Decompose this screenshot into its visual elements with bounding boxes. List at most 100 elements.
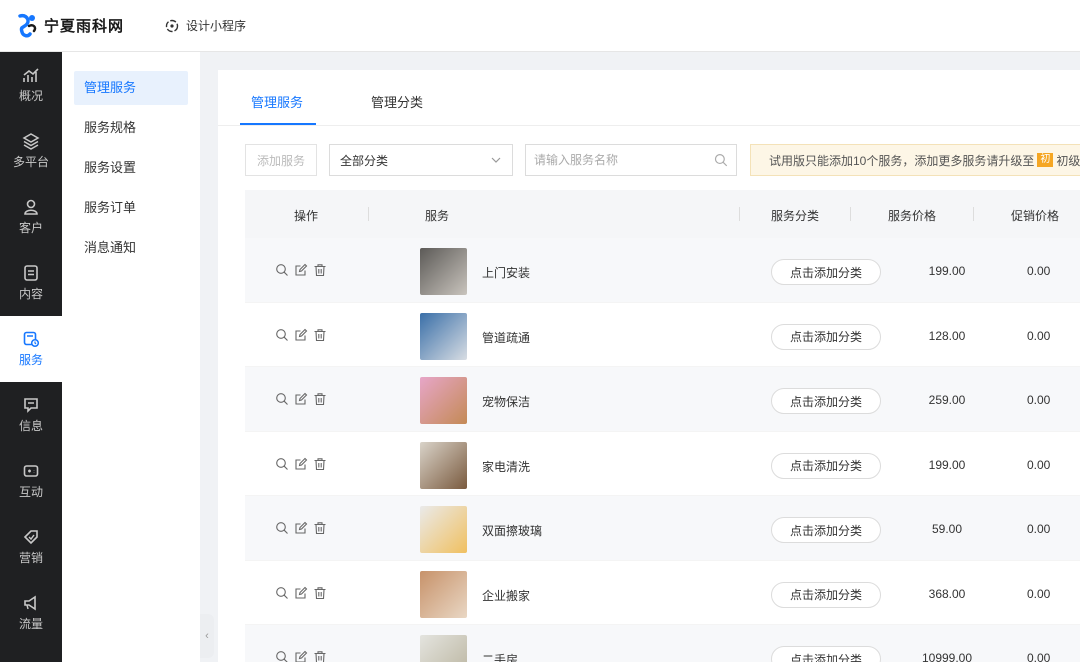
service-thumbnail: [420, 312, 467, 360]
add-service-button[interactable]: 添加服务: [245, 144, 317, 176]
service-name[interactable]: 管道疏通: [482, 329, 530, 346]
delete-icon[interactable]: [313, 650, 327, 662]
tab-manage-category[interactable]: 管理分类: [371, 92, 423, 111]
sidebar-item-marketing[interactable]: 营销: [0, 514, 62, 580]
delete-icon[interactable]: [313, 586, 327, 600]
chevron-down-icon: [491, 157, 501, 163]
col-header-price: 服务价格: [888, 209, 937, 223]
col-header-service: 服务: [425, 209, 450, 223]
view-icon[interactable]: [275, 263, 289, 277]
main-content-card: 管理服务 管理分类 添加服务 全部分类 试用版只能添加10个服务，添加更多服务请…: [218, 70, 1080, 662]
tab-bar: 管理服务 管理分类: [218, 70, 1080, 126]
search-icon[interactable]: [714, 153, 728, 167]
add-category-button[interactable]: 点击添加分类: [771, 452, 881, 479]
add-category-button[interactable]: 点击添加分类: [771, 388, 881, 414]
collapse-sidebar-handle[interactable]: ‹: [200, 614, 214, 658]
add-category-button[interactable]: 点击添加分类: [771, 323, 881, 350]
subnav-item-notifications[interactable]: 消息通知: [74, 231, 188, 271]
design-miniprogram-label: 设计小程序: [186, 19, 247, 33]
main-sidebar: 概况 多平台 客户 内容 服务 信息 互动 营销 流量: [0, 52, 62, 662]
table-row: 上门安装 点击添加分类 199.00 0.00: [245, 238, 1080, 303]
delete-icon[interactable]: [313, 263, 327, 277]
toolbar: 添加服务 全部分类 试用版只能添加10个服务，添加更多服务请升级至 初 初级: [218, 144, 1080, 176]
sidebar-item-label: 营销: [18, 551, 43, 565]
view-icon[interactable]: [275, 328, 289, 342]
sidebar-item-customer[interactable]: 客户: [0, 184, 62, 250]
table-row: 管道疏通 点击添加分类 128.00 0.00: [245, 303, 1080, 367]
row-actions: [275, 457, 327, 471]
view-icon[interactable]: [275, 586, 289, 600]
view-icon[interactable]: [275, 521, 289, 535]
sidebar-item-interact[interactable]: 互动: [0, 448, 62, 514]
sidebar-item-message[interactable]: 信息: [0, 382, 62, 448]
service-name[interactable]: 二手房: [482, 651, 518, 662]
sidebar-item-traffic[interactable]: 流量: [0, 580, 62, 646]
service-thumbnail: [420, 635, 467, 662]
sidebar-item-content[interactable]: 内容: [0, 250, 62, 316]
delete-icon[interactable]: [313, 521, 327, 535]
service-price: 259.00: [928, 393, 966, 407]
service-table: 操作 服务 服务分类 服务价格 促销价格 上门安装 点击添加分类 199.00 …: [245, 190, 1080, 662]
add-category-button[interactable]: 点击添加分类: [771, 259, 881, 285]
service-thumbnail: [420, 570, 467, 618]
sidebar-item-label: 互动: [18, 485, 43, 499]
table-row: 双面擦玻璃 点击添加分类 59.00 0.00: [245, 496, 1080, 561]
delete-icon[interactable]: [313, 457, 327, 471]
interact-icon: [23, 465, 39, 477]
subnav-item-service-spec[interactable]: 服务规格: [74, 111, 188, 151]
add-category-button[interactable]: 点击添加分类: [771, 517, 881, 543]
service-thumbnail: [420, 377, 467, 424]
add-category-button[interactable]: 点击添加分类: [771, 646, 881, 662]
sidebar-item-multiplatform[interactable]: 多平台: [0, 118, 62, 184]
service-thumbnail: [420, 506, 467, 553]
service-name[interactable]: 宠物保洁: [482, 393, 530, 410]
edit-icon[interactable]: [294, 457, 308, 471]
sidebar-item-label: 多平台: [12, 155, 49, 169]
add-category-button[interactable]: 点击添加分类: [771, 581, 881, 608]
search-input[interactable]: [534, 153, 701, 167]
sidebar-item-label: 流量: [18, 617, 43, 631]
service-name[interactable]: 家电清洗: [482, 458, 530, 475]
edit-icon[interactable]: [294, 521, 308, 535]
sidebar-item-label: 信息: [18, 419, 43, 433]
user-icon: [24, 199, 38, 215]
edit-icon[interactable]: [294, 263, 308, 277]
service-thumbnail: [420, 248, 467, 295]
category-select[interactable]: 全部分类: [329, 144, 513, 176]
promo-price: 0.00: [1027, 264, 1051, 278]
layers-icon: [22, 133, 40, 150]
edit-icon[interactable]: [294, 328, 308, 342]
service-name[interactable]: 企业搬家: [482, 587, 530, 604]
megaphone-icon: [24, 595, 36, 611]
row-actions: [275, 586, 327, 600]
table-row: 企业搬家 点击添加分类 368.00 0.00: [245, 561, 1080, 625]
view-icon[interactable]: [275, 457, 289, 471]
service-price: 10999.00: [921, 651, 973, 662]
edit-icon[interactable]: [294, 650, 308, 662]
edit-icon[interactable]: [294, 586, 308, 600]
service-name[interactable]: 双面擦玻璃: [482, 522, 542, 539]
service-name[interactable]: 上门安装: [482, 264, 530, 281]
delete-icon[interactable]: [313, 392, 327, 406]
subnav-item-manage-service[interactable]: 管理服务: [74, 71, 188, 105]
col-header-actions: 操作: [294, 209, 319, 223]
sidebar-item-overview[interactable]: 概况: [0, 52, 62, 118]
design-miniprogram-link[interactable]: 设计小程序: [164, 17, 246, 34]
level-badge: 初: [1037, 153, 1054, 167]
subnav-item-service-settings[interactable]: 服务设置: [74, 151, 188, 191]
view-icon[interactable]: [275, 392, 289, 406]
service-price: 128.00: [928, 328, 966, 343]
tab-manage-service[interactable]: 管理服务: [251, 92, 303, 111]
edit-icon[interactable]: [294, 392, 308, 406]
table-row: 家电清洗 点击添加分类 199.00 0.00: [245, 432, 1080, 496]
delete-icon[interactable]: [313, 328, 327, 342]
subnav-item-service-orders[interactable]: 服务订单: [74, 191, 188, 231]
service-icon: [23, 331, 40, 348]
service-price: 199.00: [928, 264, 966, 278]
document-icon: [24, 265, 38, 281]
sidebar-item-service[interactable]: 服务: [0, 316, 62, 382]
brand-logo[interactable]: 宁夏雨科网: [14, 12, 124, 40]
trial-notice-level[interactable]: 初级: [1056, 152, 1080, 169]
promo-price: 0.00: [1027, 393, 1051, 407]
view-icon[interactable]: [275, 650, 289, 662]
